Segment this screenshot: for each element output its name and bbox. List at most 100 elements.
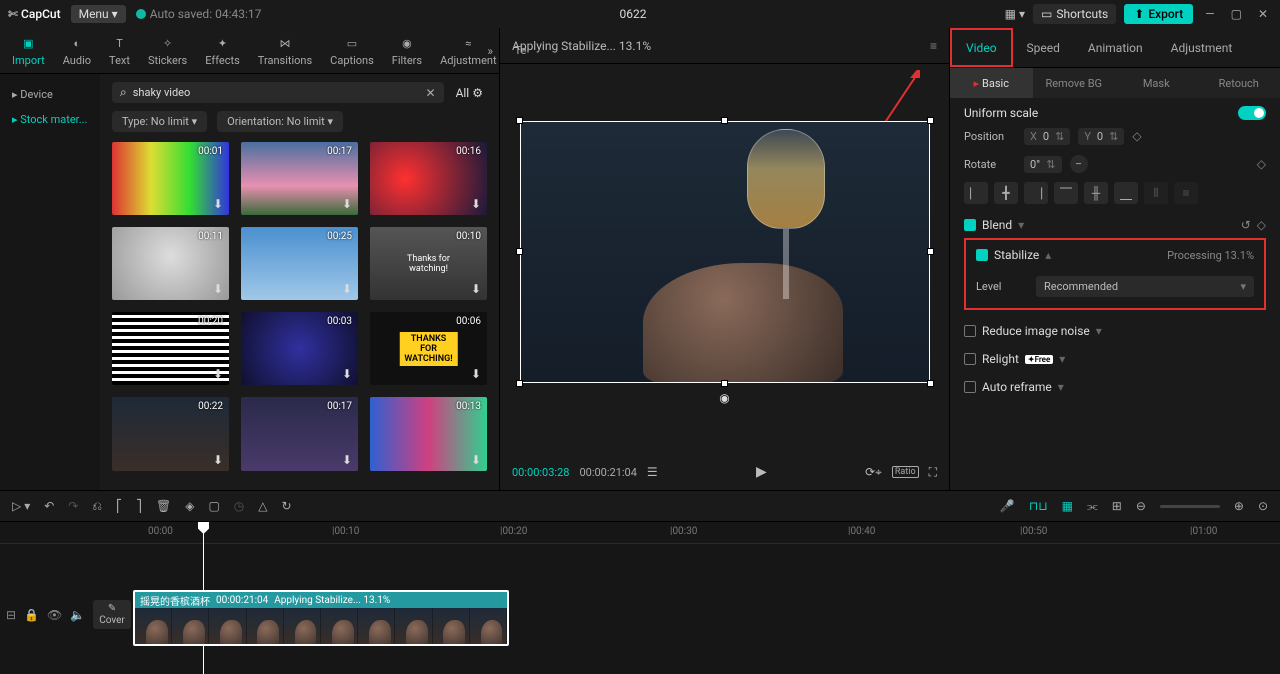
subtab-retouch[interactable]: Retouch xyxy=(1198,68,1280,98)
position-x-input[interactable]: X0⇅ xyxy=(1024,128,1070,145)
timeline-ruler[interactable]: 00:00|00:10|00:20|00:30|00:40|00:50|01:0… xyxy=(0,522,1280,544)
hide-track-icon[interactable]: 🔒 xyxy=(24,608,39,622)
shortcuts-button[interactable]: ▭ Shortcuts xyxy=(1033,4,1116,24)
download-icon[interactable]: ⬇ xyxy=(213,367,223,381)
noise-checkbox[interactable] xyxy=(964,325,976,337)
sidebar-item-stock[interactable]: ▸ Stock mater... xyxy=(0,107,100,132)
nav-text[interactable]: TText xyxy=(109,34,130,67)
delete-icon[interactable]: 🗑 xyxy=(156,499,171,513)
zoom-out-icon[interactable]: ⊖ xyxy=(1136,499,1146,513)
rotate-keyframe-icon[interactable]: ◇ xyxy=(1257,157,1266,171)
tab-animation[interactable]: Animation xyxy=(1074,28,1157,67)
align-left-icon[interactable]: ⎸ xyxy=(964,182,988,204)
position-y-input[interactable]: Y0⇅ xyxy=(1078,128,1124,145)
media-thumbnail[interactable]: 00:13⬇ xyxy=(370,397,487,470)
cover-button[interactable]: ✎Cover xyxy=(93,600,131,629)
mic-icon[interactable]: 🎤 xyxy=(1000,499,1015,513)
mirror-icon[interactable]: △ xyxy=(258,499,267,513)
nav-transitions[interactable]: ⋈Transitions xyxy=(258,34,312,67)
download-icon[interactable]: ⬇ xyxy=(213,197,223,211)
rotate-handle-icon[interactable]: ◉ xyxy=(719,391,729,405)
download-icon[interactable]: ⬇ xyxy=(471,282,481,296)
timeline[interactable]: 00:00|00:10|00:20|00:30|00:40|00:50|01:0… xyxy=(0,522,1280,674)
tab-adjustment[interactable]: Adjustment xyxy=(1157,28,1247,67)
media-thumbnail[interactable]: 00:01⬇ xyxy=(112,142,229,215)
scan-icon[interactable]: ⟳⌖ xyxy=(865,465,882,480)
media-thumbnail[interactable]: 00:22⬇ xyxy=(112,397,229,470)
position-keyframe-icon[interactable]: ◇ xyxy=(1132,129,1141,143)
mute-track-icon[interactable]: 👁 xyxy=(47,608,62,622)
align-center-v-icon[interactable]: ╫ xyxy=(1084,182,1108,204)
rotate-minus-button[interactable]: − xyxy=(1070,155,1088,173)
orientation-filter[interactable]: Orientation: No limit ▾ xyxy=(217,111,343,132)
download-icon[interactable]: ⬇ xyxy=(471,453,481,467)
ratio-button[interactable]: Ratio xyxy=(892,466,919,478)
sidebar-item-device[interactable]: ▸ Device xyxy=(0,82,100,107)
nav-filters[interactable]: ◉Filters xyxy=(392,34,422,67)
reframe-checkbox[interactable] xyxy=(964,381,976,393)
zoom-slider[interactable] xyxy=(1160,505,1220,508)
media-thumbnail[interactable]: 00:16⬇ xyxy=(370,142,487,215)
preview-render-icon[interactable]: ⊞ xyxy=(1112,499,1122,513)
blend-checkbox[interactable] xyxy=(964,219,976,231)
magnet-on-icon[interactable]: ⊓⊔ xyxy=(1029,499,1048,513)
level-select[interactable]: Recommended▾ xyxy=(1036,276,1254,297)
marker-icon[interactable]: ◈ xyxy=(185,499,194,513)
media-thumbnail[interactable]: 00:11⬇ xyxy=(112,227,229,300)
copy-icon[interactable]: ▢ xyxy=(208,499,219,513)
preview-menu-icon[interactable]: ≡ xyxy=(930,39,937,53)
clear-search-icon[interactable]: ✕ xyxy=(426,86,436,100)
play-button[interactable]: ▶ xyxy=(756,464,767,480)
export-button[interactable]: ⬆ Export xyxy=(1124,4,1193,24)
align-bottom-icon[interactable]: ⎽ xyxy=(1114,182,1138,204)
media-thumbnail[interactable]: THANKS FOR WATCHING!00:06⬇ xyxy=(370,312,487,385)
link-on-icon[interactable]: ▦ xyxy=(1062,499,1073,513)
download-icon[interactable]: ⬇ xyxy=(342,282,352,296)
media-thumbnail[interactable]: Thanks for watching!00:10⬇ xyxy=(370,227,487,300)
preview-canvas[interactable]: ◉ xyxy=(520,121,930,383)
download-icon[interactable]: ⬇ xyxy=(471,367,481,381)
subtab-removebg[interactable]: Remove BG xyxy=(1033,68,1116,98)
subtab-mask[interactable]: Mask xyxy=(1115,68,1198,98)
search-field[interactable] xyxy=(133,86,420,99)
nav-import[interactable]: ▣Import xyxy=(12,34,45,67)
media-thumbnail[interactable]: 00:03⬇ xyxy=(241,312,358,385)
rotate-input[interactable]: 0°⇅ xyxy=(1024,156,1062,173)
split-right-icon[interactable]: ⎤ xyxy=(136,499,142,513)
minimize-icon[interactable]: — xyxy=(1201,7,1218,21)
media-thumbnail[interactable]: 00:25⬇ xyxy=(241,227,358,300)
download-icon[interactable]: ⬇ xyxy=(213,453,223,467)
pointer-tool-icon[interactable]: ▷ ▾ xyxy=(12,499,30,513)
search-input[interactable]: ⌕ ✕ xyxy=(112,82,444,103)
lock-track-icon[interactable]: ⊟ xyxy=(6,608,16,622)
uniform-scale-toggle[interactable] xyxy=(1238,106,1266,120)
relight-checkbox[interactable] xyxy=(964,353,976,365)
blend-reset-icon[interactable]: ↺ xyxy=(1241,218,1251,232)
close-icon[interactable]: ✕ xyxy=(1254,7,1272,21)
nav-stickers[interactable]: ✧Stickers xyxy=(148,34,187,67)
list-icon[interactable]: ☰ xyxy=(647,465,658,479)
layout-icon[interactable]: ▦ ▾ xyxy=(1005,7,1025,21)
download-icon[interactable]: ⬇ xyxy=(342,197,352,211)
align-top-icon[interactable]: ⎺ xyxy=(1054,182,1078,204)
split-icon[interactable]: ⎌ xyxy=(92,499,102,514)
nav-captions[interactable]: ▭Captions xyxy=(330,34,374,67)
nav-more-icon[interactable]: » xyxy=(487,44,493,58)
maximize-icon[interactable]: ▢ xyxy=(1227,7,1246,21)
media-thumbnail[interactable]: 00:17⬇ xyxy=(241,142,358,215)
media-thumbnail[interactable]: 00:20⬇ xyxy=(112,312,229,385)
menu-button[interactable]: Menu ▾ xyxy=(71,5,126,23)
nav-templates[interactable]: Te xyxy=(515,44,527,57)
undo-icon[interactable]: ↶ xyxy=(44,499,54,513)
blend-keyframe-icon[interactable]: ◇ xyxy=(1257,218,1266,232)
zoom-in-icon[interactable]: ⊕ xyxy=(1234,499,1244,513)
nav-effects[interactable]: ✦Effects xyxy=(205,34,240,67)
nav-audio[interactable]: ◐Audio xyxy=(63,34,91,67)
fullscreen-icon[interactable]: ⛶ xyxy=(929,465,937,480)
type-filter[interactable]: Type: No limit ▾ xyxy=(112,111,207,132)
align-center-h-icon[interactable]: ╋ xyxy=(994,182,1018,204)
rotate-tool-icon[interactable]: ↻ xyxy=(282,499,292,513)
download-icon[interactable]: ⬇ xyxy=(342,453,352,467)
zoom-fit-icon[interactable]: ⊙ xyxy=(1258,499,1268,513)
tab-video[interactable]: Video xyxy=(950,28,1013,67)
